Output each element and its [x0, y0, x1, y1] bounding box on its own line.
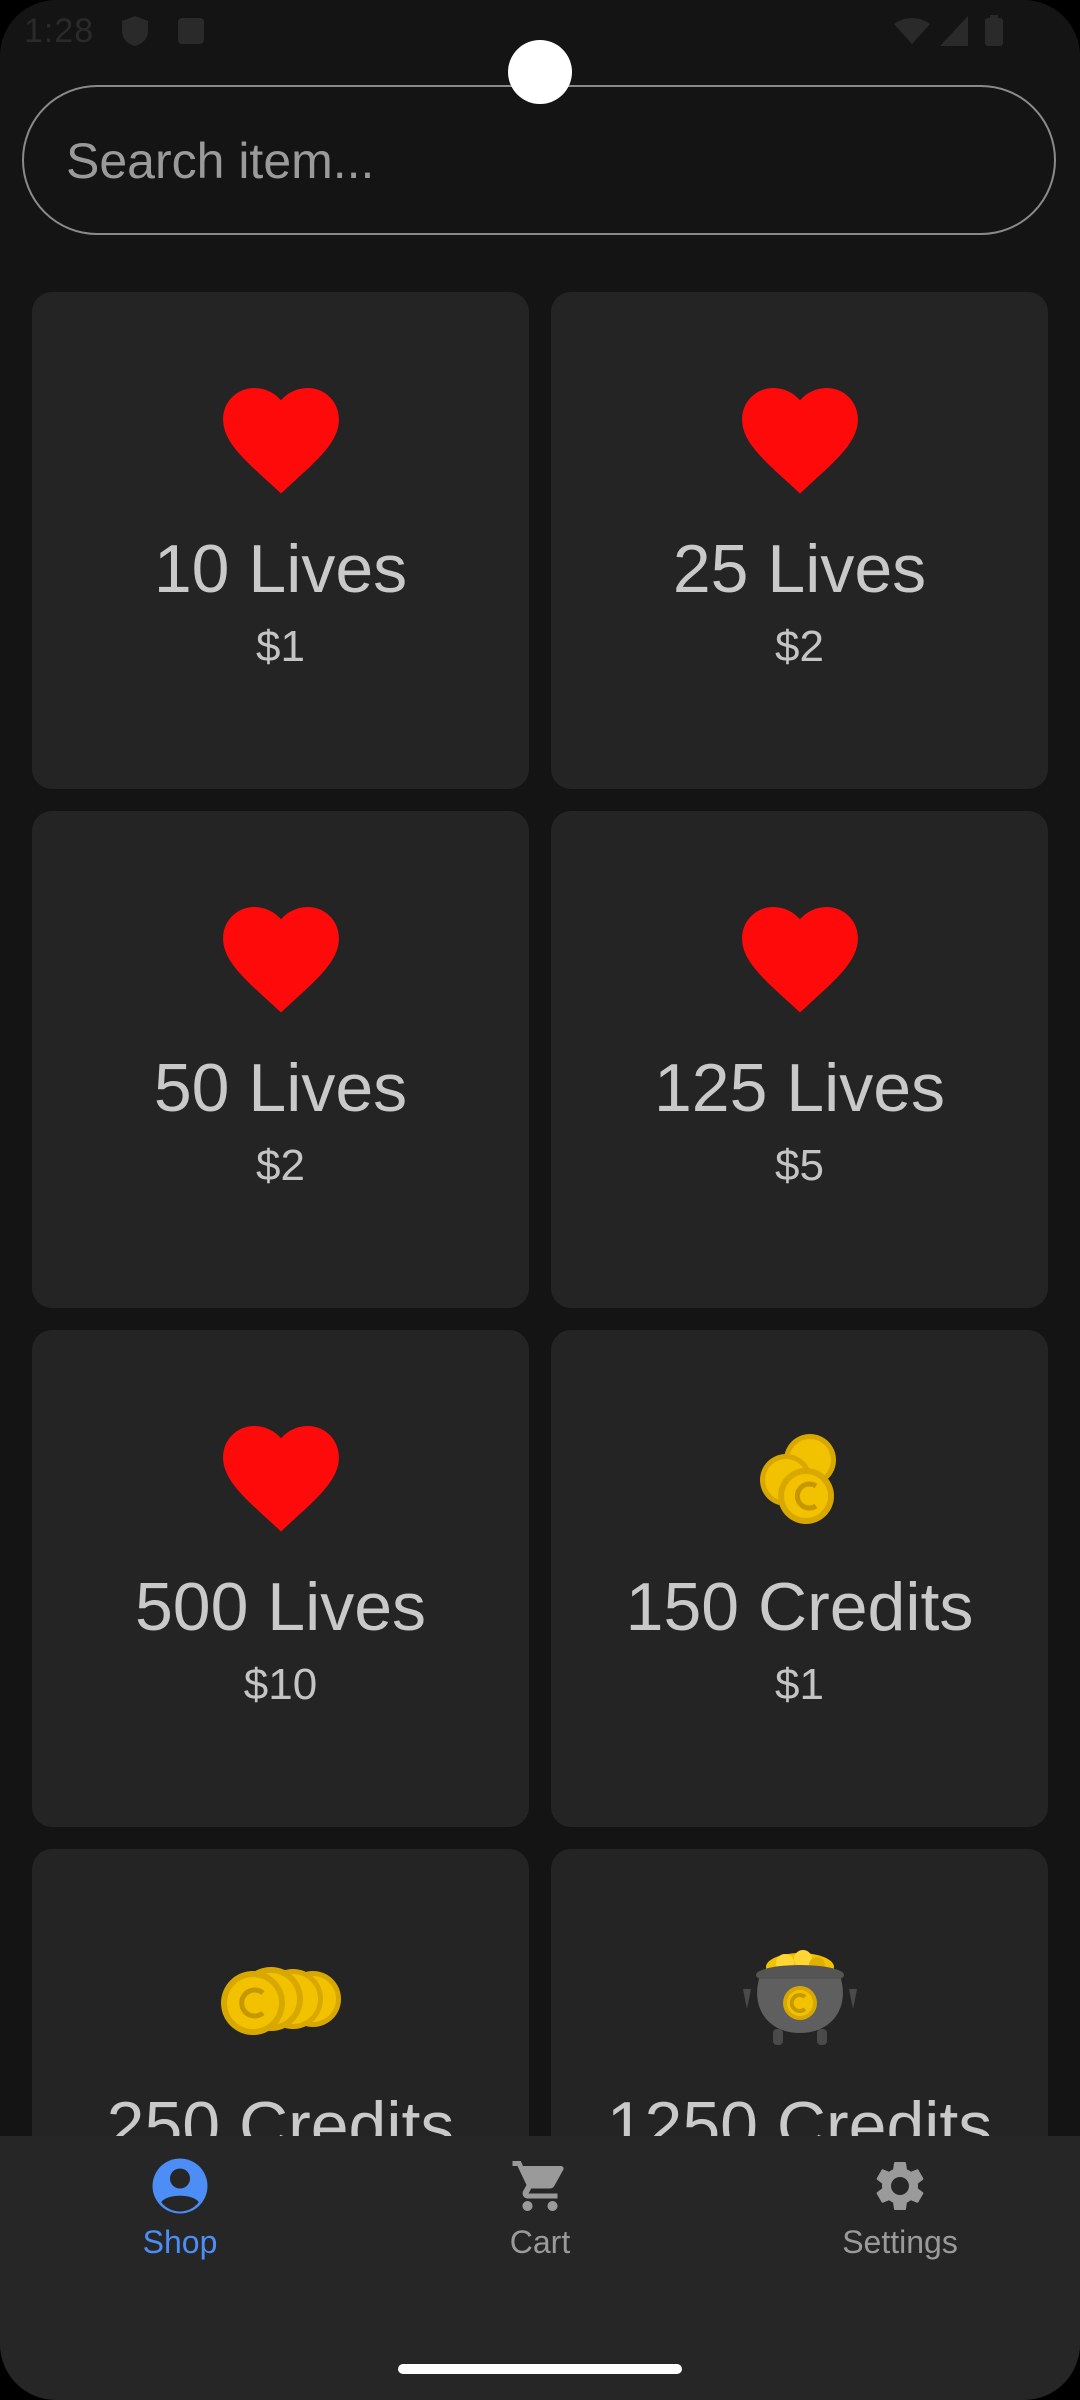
product-price: $1 [775, 1660, 824, 1709]
account-circle-icon [152, 2158, 208, 2214]
camera-cutout [508, 40, 572, 104]
product-card[interactable]: 250 Credits [32, 1849, 529, 2136]
product-card[interactable]: 150 Credits $1 [551, 1330, 1048, 1827]
home-indicator[interactable] [398, 2364, 682, 2374]
nav-item-shop[interactable]: Shop [60, 2156, 300, 2276]
product-card[interactable]: 10 Lives $1 [32, 292, 529, 789]
heart-icon [222, 1426, 339, 1532]
product-card[interactable]: 500 Lives $10 [32, 1330, 529, 1827]
heart-icon [222, 907, 339, 1013]
product-card[interactable]: 125 Lives $5 [551, 811, 1048, 1308]
product-price: $2 [256, 1141, 305, 1190]
search-input[interactable] [64, 87, 1018, 235]
nav-item-settings[interactable]: Settings [780, 2156, 1020, 2276]
nav-label-settings: Settings [842, 2224, 958, 2260]
product-price: $5 [775, 1141, 824, 1190]
product-grid[interactable]: 10 Lives $1 25 Lives $2 50 Lives $2 125 … [0, 0, 1080, 2136]
product-price: $1 [256, 622, 305, 671]
heart-icon [222, 388, 339, 494]
product-title: 25 Lives [672, 531, 927, 607]
nav-item-cart[interactable]: Cart [420, 2156, 660, 2276]
product-title: 500 Lives [134, 1569, 427, 1645]
product-price: $2 [775, 622, 824, 671]
coins-stack-icon [759, 1434, 836, 1524]
product-card[interactable]: 50 Lives $2 [32, 811, 529, 1308]
product-title: 250 Credits [106, 2088, 455, 2136]
app-screen: 1:28 10 Lives $1 25 Lives $2 50 Lives $2… [0, 0, 1080, 2400]
product-title: 150 Credits [625, 1569, 974, 1645]
coin-pot-icon [742, 1950, 857, 2045]
product-price: $10 [243, 1660, 318, 1709]
product-card[interactable]: 1250 Credits [551, 1849, 1048, 2136]
heart-icon [741, 907, 858, 1013]
product-card[interactable]: 25 Lives $2 [551, 292, 1048, 789]
nav-label-shop: Shop [142, 2224, 218, 2260]
product-title: 1250 Credits [606, 2088, 993, 2136]
cart-icon [512, 2161, 564, 2211]
search-bar[interactable] [22, 85, 1056, 235]
coins-row-icon [220, 1967, 341, 2035]
heart-icon [741, 388, 858, 494]
product-title: 10 Lives [153, 531, 408, 607]
gear-icon [876, 2162, 924, 2210]
product-title: 50 Lives [153, 1050, 408, 1126]
nav-label-cart: Cart [509, 2224, 571, 2260]
bottom-navigation: Shop Cart Settings [0, 2136, 1080, 2400]
product-title: 125 Lives [653, 1050, 946, 1126]
